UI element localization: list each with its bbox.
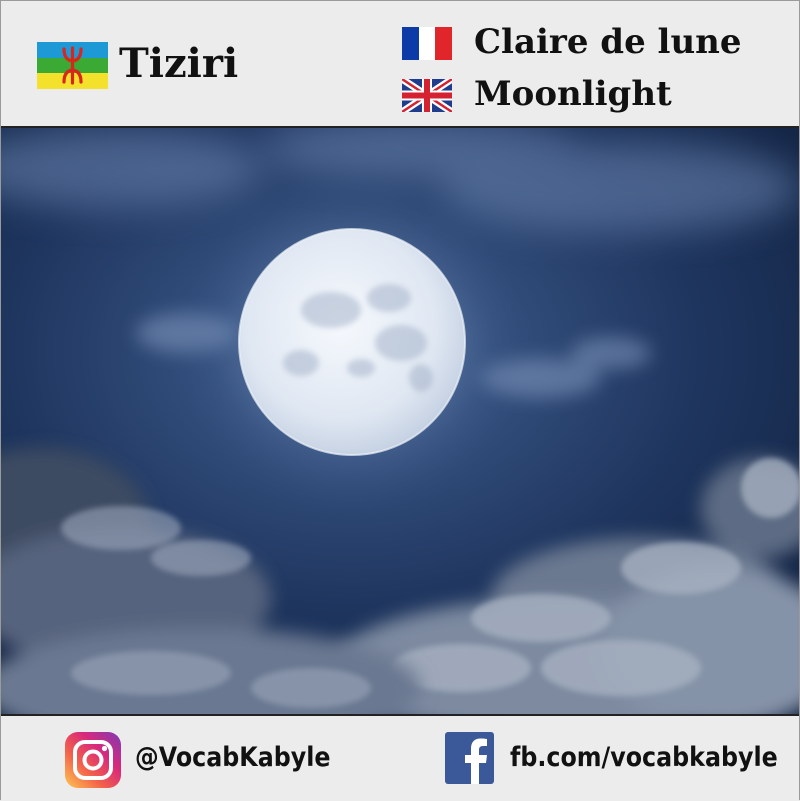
kabyle-amazigh-flag-icon [37, 42, 108, 89]
facebook-handle[interactable]: fb.com/vocabkabyle [510, 742, 778, 773]
kabyle-word: Tiziri [119, 40, 239, 87]
france-flag-icon [402, 27, 452, 60]
vocab-card: Tiziri Claire de lune Moonlight @VocabKa… [0, 0, 800, 801]
instagram-icon[interactable] [65, 732, 121, 788]
uk-flag-icon [402, 79, 452, 112]
instagram-handle[interactable]: @VocabKabyle [135, 742, 331, 773]
full-moon-night-sky-photo [1, 128, 799, 714]
social-footer: @VocabKabyle fb.com/vocabkabyle [1, 714, 799, 801]
translation-header: Tiziri Claire de lune Moonlight [1, 1, 799, 128]
english-word: Moonlight [474, 74, 672, 114]
facebook-icon[interactable] [445, 732, 494, 784]
french-word: Claire de lune [474, 22, 742, 62]
